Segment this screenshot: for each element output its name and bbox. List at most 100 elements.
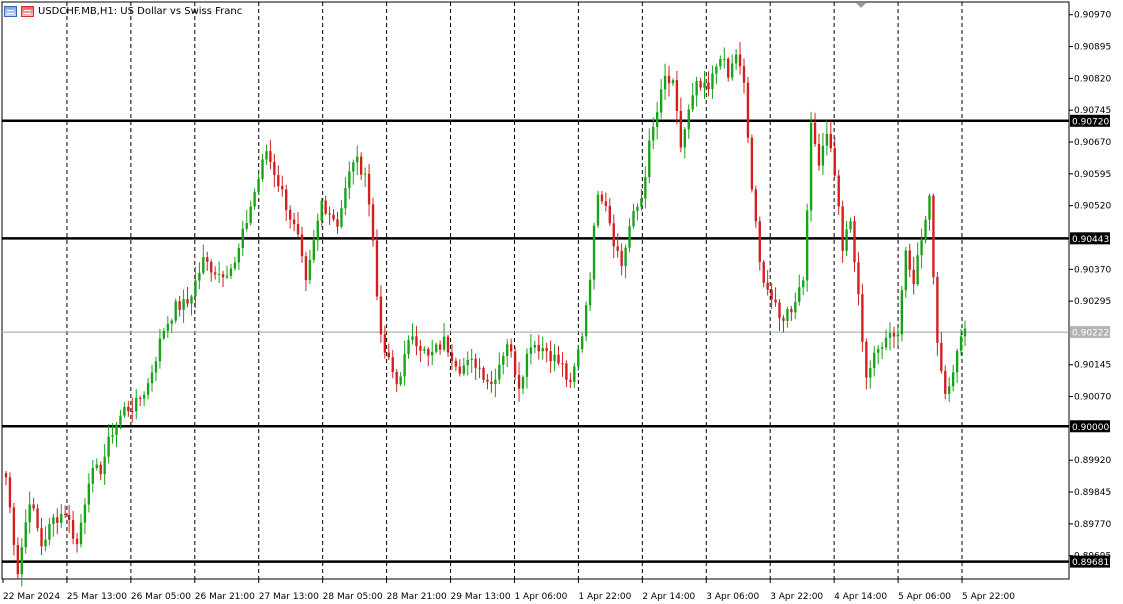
candle-body — [624, 247, 627, 266]
candle-body — [198, 272, 201, 281]
candle-body — [549, 351, 552, 362]
candle-body — [12, 507, 16, 545]
candle-body — [158, 338, 162, 362]
candle-body — [64, 513, 67, 515]
candle-body — [490, 381, 493, 385]
candle-body — [829, 133, 833, 149]
candle-body — [924, 219, 927, 241]
price-axis[interactable]: 0.90970 0.90895 0.90820 0.90745 0.90670 0.905… — [1069, 11, 1111, 562]
x-tick-label: 1 Apr 06:00 — [514, 592, 567, 602]
candle-body — [324, 200, 327, 214]
candle-body — [174, 301, 177, 321]
candle-body — [727, 58, 730, 78]
candle-body — [379, 296, 383, 335]
x-tick-label: 22 Mar 2024 — [3, 592, 60, 602]
x-tick-label: 28 Mar 05:00 — [323, 592, 383, 602]
time-axis[interactable]: 22 Mar 2024 25 Mar 13:00 26 Mar 05:00 26 Ma… — [2, 579, 1015, 602]
candle-body — [833, 148, 836, 176]
candle-body — [257, 178, 260, 192]
candle-body — [861, 294, 864, 342]
candle-body — [478, 367, 481, 369]
candle-body — [766, 282, 769, 290]
bull-candle[interactable] — [809, 111, 813, 222]
bull-candle[interactable] — [592, 222, 596, 290]
candle-body — [79, 522, 83, 545]
bull-candle[interactable] — [900, 285, 904, 342]
chart-list-icon[interactable] — [4, 6, 17, 17]
candle-body — [486, 379, 489, 382]
bull-candle[interactable] — [904, 246, 907, 298]
candle-body — [213, 272, 217, 275]
current-price-label: 0.90222 — [1072, 329, 1109, 339]
y-tick-label: 0.90520 — [1074, 202, 1111, 212]
candle-body — [127, 406, 130, 412]
candle-body — [742, 66, 746, 83]
candle-body — [600, 194, 604, 202]
candle-body — [363, 173, 367, 175]
candle-body — [817, 143, 821, 166]
candle-body — [328, 213, 331, 215]
candle-body — [849, 221, 852, 230]
candle-body — [691, 95, 694, 110]
candle-body — [557, 354, 560, 364]
candle-body — [194, 280, 197, 297]
candle-body — [620, 250, 623, 266]
x-tick-label: 1 Apr 22:00 — [578, 592, 631, 602]
bull-candle[interactable] — [924, 215, 927, 244]
candle-body — [332, 214, 335, 220]
bear-candle[interactable] — [932, 193, 935, 285]
candle-body — [427, 349, 430, 356]
candle-body — [178, 301, 181, 310]
candle-body — [229, 268, 233, 276]
candle-body — [371, 204, 375, 241]
chart-bars-icon[interactable] — [21, 6, 34, 17]
y-tick-label: 0.90070 — [1074, 393, 1111, 403]
y-tick-label: 0.90895 — [1074, 43, 1111, 53]
candle-body — [786, 309, 789, 321]
candle-body — [316, 220, 319, 241]
bear-candle[interactable] — [750, 134, 754, 193]
candle-body — [513, 351, 517, 375]
candle-body — [813, 122, 817, 144]
candle-body — [138, 398, 142, 400]
bull-candle[interactable] — [174, 298, 177, 324]
candle-body — [75, 538, 79, 545]
candle-body — [940, 342, 943, 371]
candle-body — [67, 514, 71, 520]
candle-body — [182, 299, 185, 310]
candle-body — [399, 376, 402, 385]
candle-body — [707, 82, 710, 90]
bull-candle[interactable] — [584, 301, 588, 342]
candle-body — [565, 363, 568, 380]
candle-body — [340, 208, 343, 227]
candle-body — [296, 224, 300, 235]
candle-body — [142, 394, 146, 399]
candle-body — [699, 80, 702, 88]
x-tick-label: 3 Apr 22:00 — [770, 592, 823, 602]
candle-body — [40, 528, 43, 547]
bear-candle[interactable] — [371, 197, 375, 247]
candle-body — [561, 363, 564, 365]
bull-candle[interactable] — [805, 203, 809, 292]
level-price-label: 0.89681 — [1072, 558, 1109, 568]
candle-body — [963, 328, 967, 337]
candle-body — [87, 483, 91, 505]
price-chart[interactable]: 0.90970 0.90895 0.90820 0.90745 0.90670 0.905… — [0, 0, 1123, 604]
candle-body — [454, 360, 458, 367]
candle-body — [123, 406, 126, 416]
candle-body — [734, 54, 738, 64]
candle-body — [395, 371, 398, 385]
candle-body — [103, 456, 106, 475]
candle-body — [762, 261, 765, 283]
candle-body — [60, 513, 63, 523]
candle-body — [450, 352, 454, 361]
bear-candle[interactable] — [746, 76, 750, 143]
bear-candle[interactable] — [8, 472, 12, 514]
candle-body — [336, 219, 339, 227]
candle-body — [16, 544, 20, 575]
candle-body — [170, 320, 173, 324]
candle-body — [367, 173, 371, 205]
candle-body — [383, 334, 387, 353]
x-tick-label: 26 Mar 21:00 — [195, 592, 255, 602]
bull-candle[interactable] — [596, 190, 600, 229]
